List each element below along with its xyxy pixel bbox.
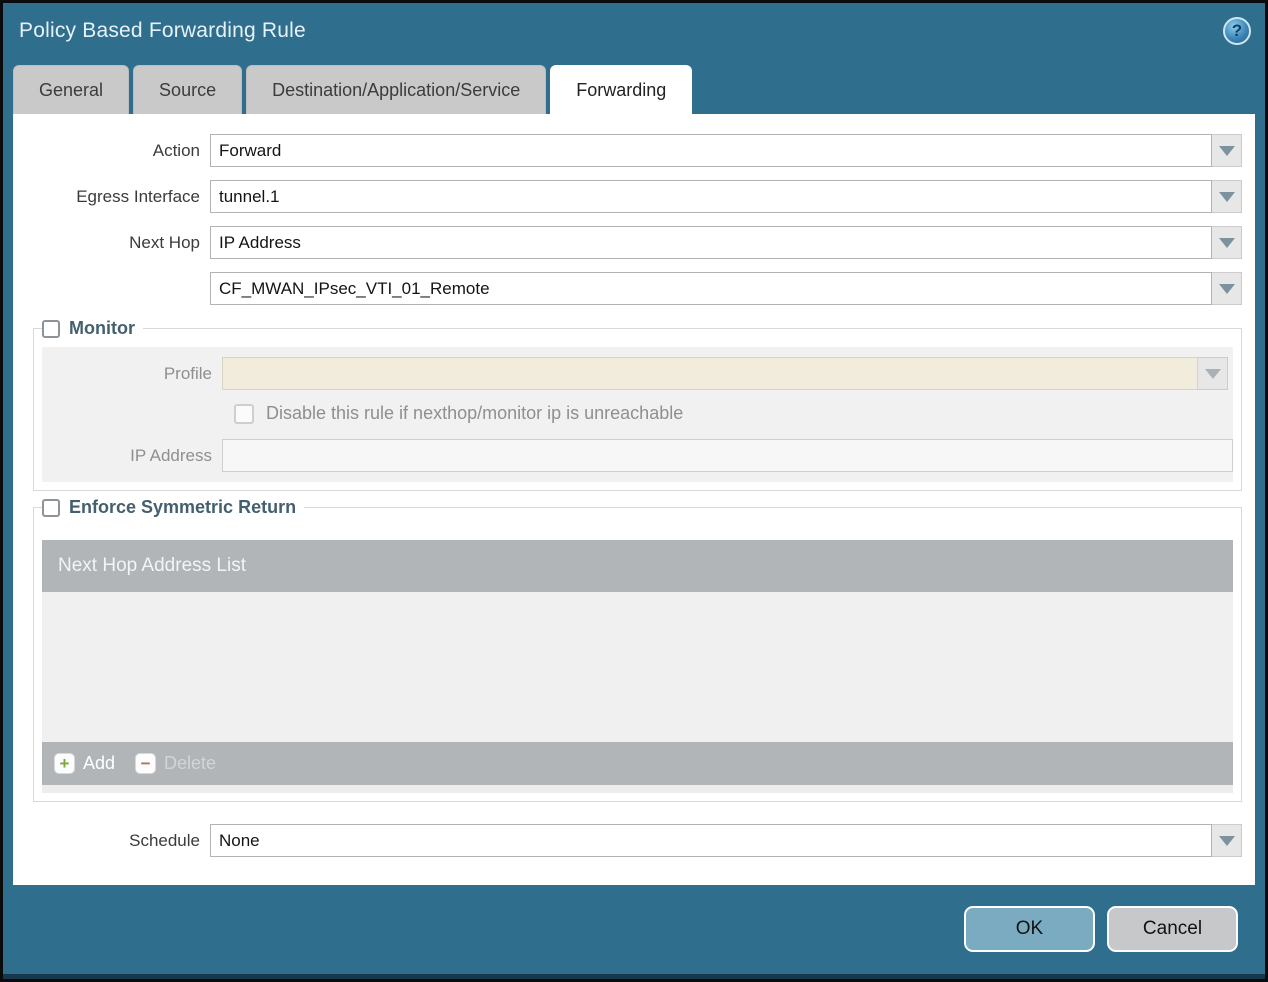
action-label: Action xyxy=(152,140,200,160)
tab-general[interactable]: General xyxy=(13,65,130,114)
title-bar: Policy Based Forwarding Rule ? xyxy=(3,3,1265,65)
schedule-row: Schedule None xyxy=(13,824,1255,857)
minus-icon: − xyxy=(135,753,157,774)
ok-button[interactable]: OK xyxy=(964,906,1095,952)
profile-select xyxy=(222,357,1198,390)
chevron-down-icon xyxy=(1204,368,1221,379)
chevron-down-icon xyxy=(1218,835,1235,846)
cancel-button[interactable]: Cancel xyxy=(1107,906,1238,952)
monitor-panel: Profile Disable this rule if nexthop/mon… xyxy=(42,347,1233,482)
profile-label: Profile xyxy=(163,363,212,383)
table-bottom-strip xyxy=(42,785,1233,793)
add-button[interactable]: + Add xyxy=(54,753,115,774)
monitor-checkbox[interactable] xyxy=(42,319,60,338)
add-button-label: Add xyxy=(83,753,116,773)
disable-rule-label: Disable this rule if nexthop/monitor ip … xyxy=(266,403,684,423)
dialog-title: Policy Based Forwarding Rule xyxy=(19,19,306,42)
delete-button-label: Delete xyxy=(164,753,217,773)
plus-icon: + xyxy=(54,753,75,774)
monitor-legend: Monitor xyxy=(42,318,143,339)
symmetric-return-legend: Enforce Symmetric Return xyxy=(42,497,304,518)
action-row: Action Forward xyxy=(13,134,1255,167)
next-hop-label: Next Hop xyxy=(129,232,200,252)
schedule-select[interactable]: None xyxy=(210,824,1212,857)
next-hop-type-select[interactable]: IP Address xyxy=(210,226,1212,259)
tab-source[interactable]: Source xyxy=(133,65,243,114)
tab-bar: General Source Destination/Application/S… xyxy=(3,65,1265,114)
symmetric-return-fieldset: Enforce Symmetric Return Next Hop Addres… xyxy=(33,497,1242,802)
chevron-down-icon xyxy=(1218,191,1235,202)
next-hop-address-list-table: Next Hop Address List + Add − Delete xyxy=(42,540,1233,793)
action-dropdown-button[interactable] xyxy=(1212,134,1242,167)
disable-rule-checkbox xyxy=(234,403,254,424)
bottom-strip xyxy=(3,974,1265,979)
action-select[interactable]: Forward xyxy=(210,134,1212,167)
pbf-rule-dialog: Policy Based Forwarding Rule ? General S… xyxy=(3,3,1265,979)
table-header-label: Next Hop Address List xyxy=(58,555,246,576)
next-hop-row: Next Hop IP Address xyxy=(13,226,1255,259)
next-hop-dropdown-button[interactable] xyxy=(1212,226,1242,259)
disable-rule-row: Disable this rule if nexthop/monitor ip … xyxy=(234,403,1233,424)
tab-forwarding[interactable]: Forwarding xyxy=(550,65,693,114)
egress-interface-dropdown-button[interactable] xyxy=(1212,180,1242,213)
symmetric-return-checkbox[interactable] xyxy=(42,498,60,517)
chevron-down-icon xyxy=(1218,237,1235,248)
forwarding-tab-panel: Action Forward Egress Interface tunnel.1… xyxy=(13,114,1255,885)
table-footer: + Add − Delete xyxy=(42,742,1233,785)
egress-interface-label: Egress Interface xyxy=(76,186,200,206)
monitor-fieldset: Monitor Profile Disable this rule if nex… xyxy=(33,318,1242,491)
monitor-ip-address-row: IP Address xyxy=(42,439,1233,472)
table-body[interactable] xyxy=(42,592,1233,742)
chevron-down-icon xyxy=(1218,283,1235,294)
window-frame: Policy Based Forwarding Rule ? General S… xyxy=(0,0,1268,982)
table-header: Next Hop Address List xyxy=(42,540,1233,592)
monitor-ip-address-input xyxy=(222,439,1233,472)
chevron-down-icon xyxy=(1218,145,1235,156)
profile-row: Profile xyxy=(42,357,1233,390)
delete-button: − Delete xyxy=(135,753,216,774)
dialog-button-bar: OK Cancel xyxy=(3,885,1265,973)
egress-interface-select[interactable]: tunnel.1 xyxy=(210,180,1212,213)
monitor-ip-address-label: IP Address xyxy=(130,445,212,465)
profile-dropdown-button xyxy=(1198,357,1228,390)
next-hop-address-row: CF_MWAN_IPsec_VTI_01_Remote xyxy=(13,272,1255,305)
tab-destination-application-service[interactable]: Destination/Application/Service xyxy=(246,65,547,114)
help-icon[interactable]: ? xyxy=(1223,17,1251,45)
symmetric-return-legend-label: Enforce Symmetric Return xyxy=(69,497,297,517)
schedule-label: Schedule xyxy=(129,830,200,850)
egress-interface-row: Egress Interface tunnel.1 xyxy=(13,180,1255,213)
schedule-dropdown-button[interactable] xyxy=(1212,824,1242,857)
monitor-legend-label: Monitor xyxy=(69,318,135,338)
next-hop-address-dropdown-button[interactable] xyxy=(1212,272,1242,305)
next-hop-address-select[interactable]: CF_MWAN_IPsec_VTI_01_Remote xyxy=(210,272,1212,305)
